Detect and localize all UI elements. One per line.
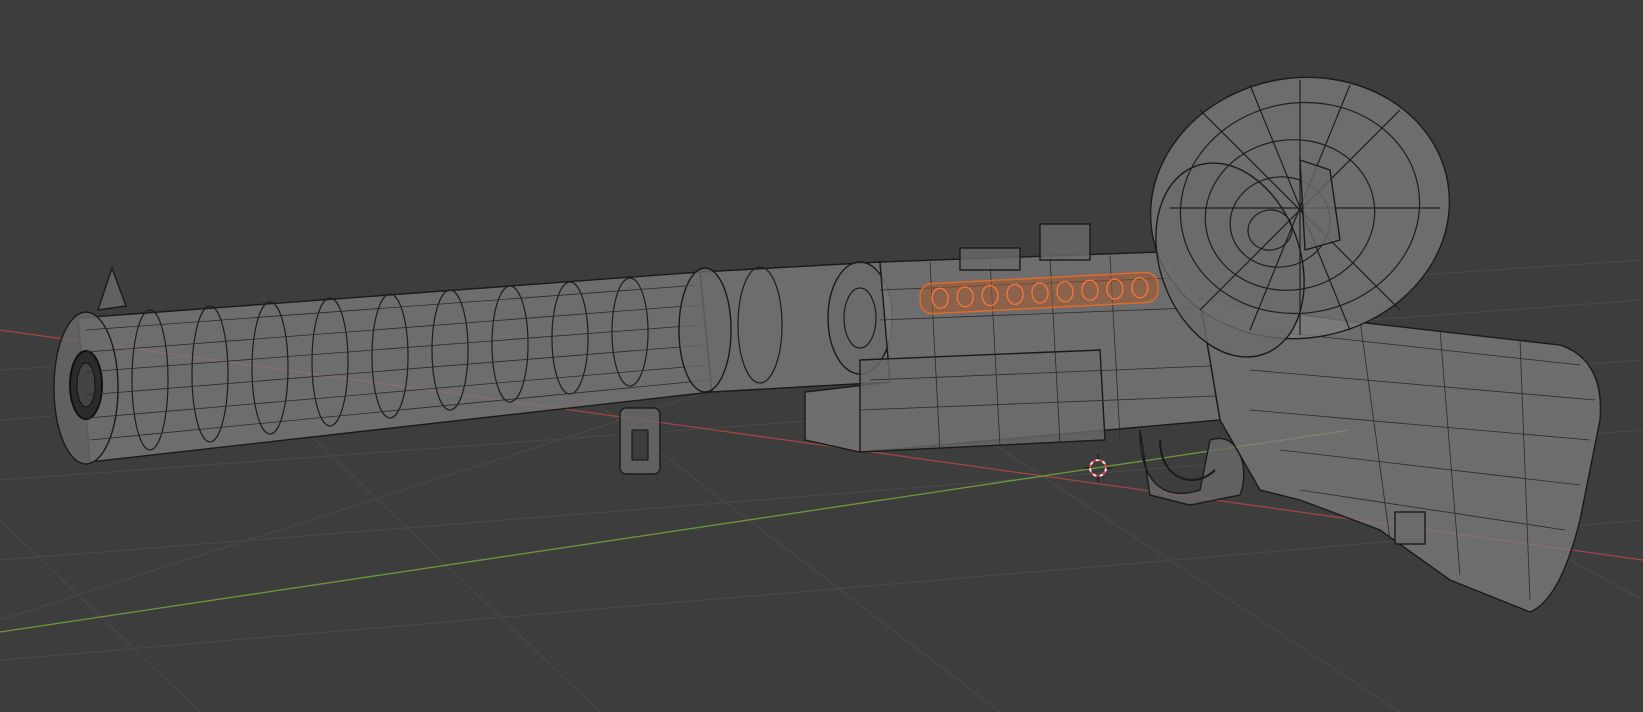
suppressor-barrel[interactable] [53, 265, 713, 465]
3d-viewport[interactable] [0, 0, 1643, 712]
sling-mount[interactable] [1394, 511, 1426, 545]
front-sight[interactable] [96, 265, 127, 311]
bipod-mount[interactable] [619, 407, 661, 475]
y-axis-line [0, 429, 1351, 633]
viewport-canvas[interactable] [0, 0, 1643, 712]
trigger-guard[interactable] [1139, 429, 1245, 506]
